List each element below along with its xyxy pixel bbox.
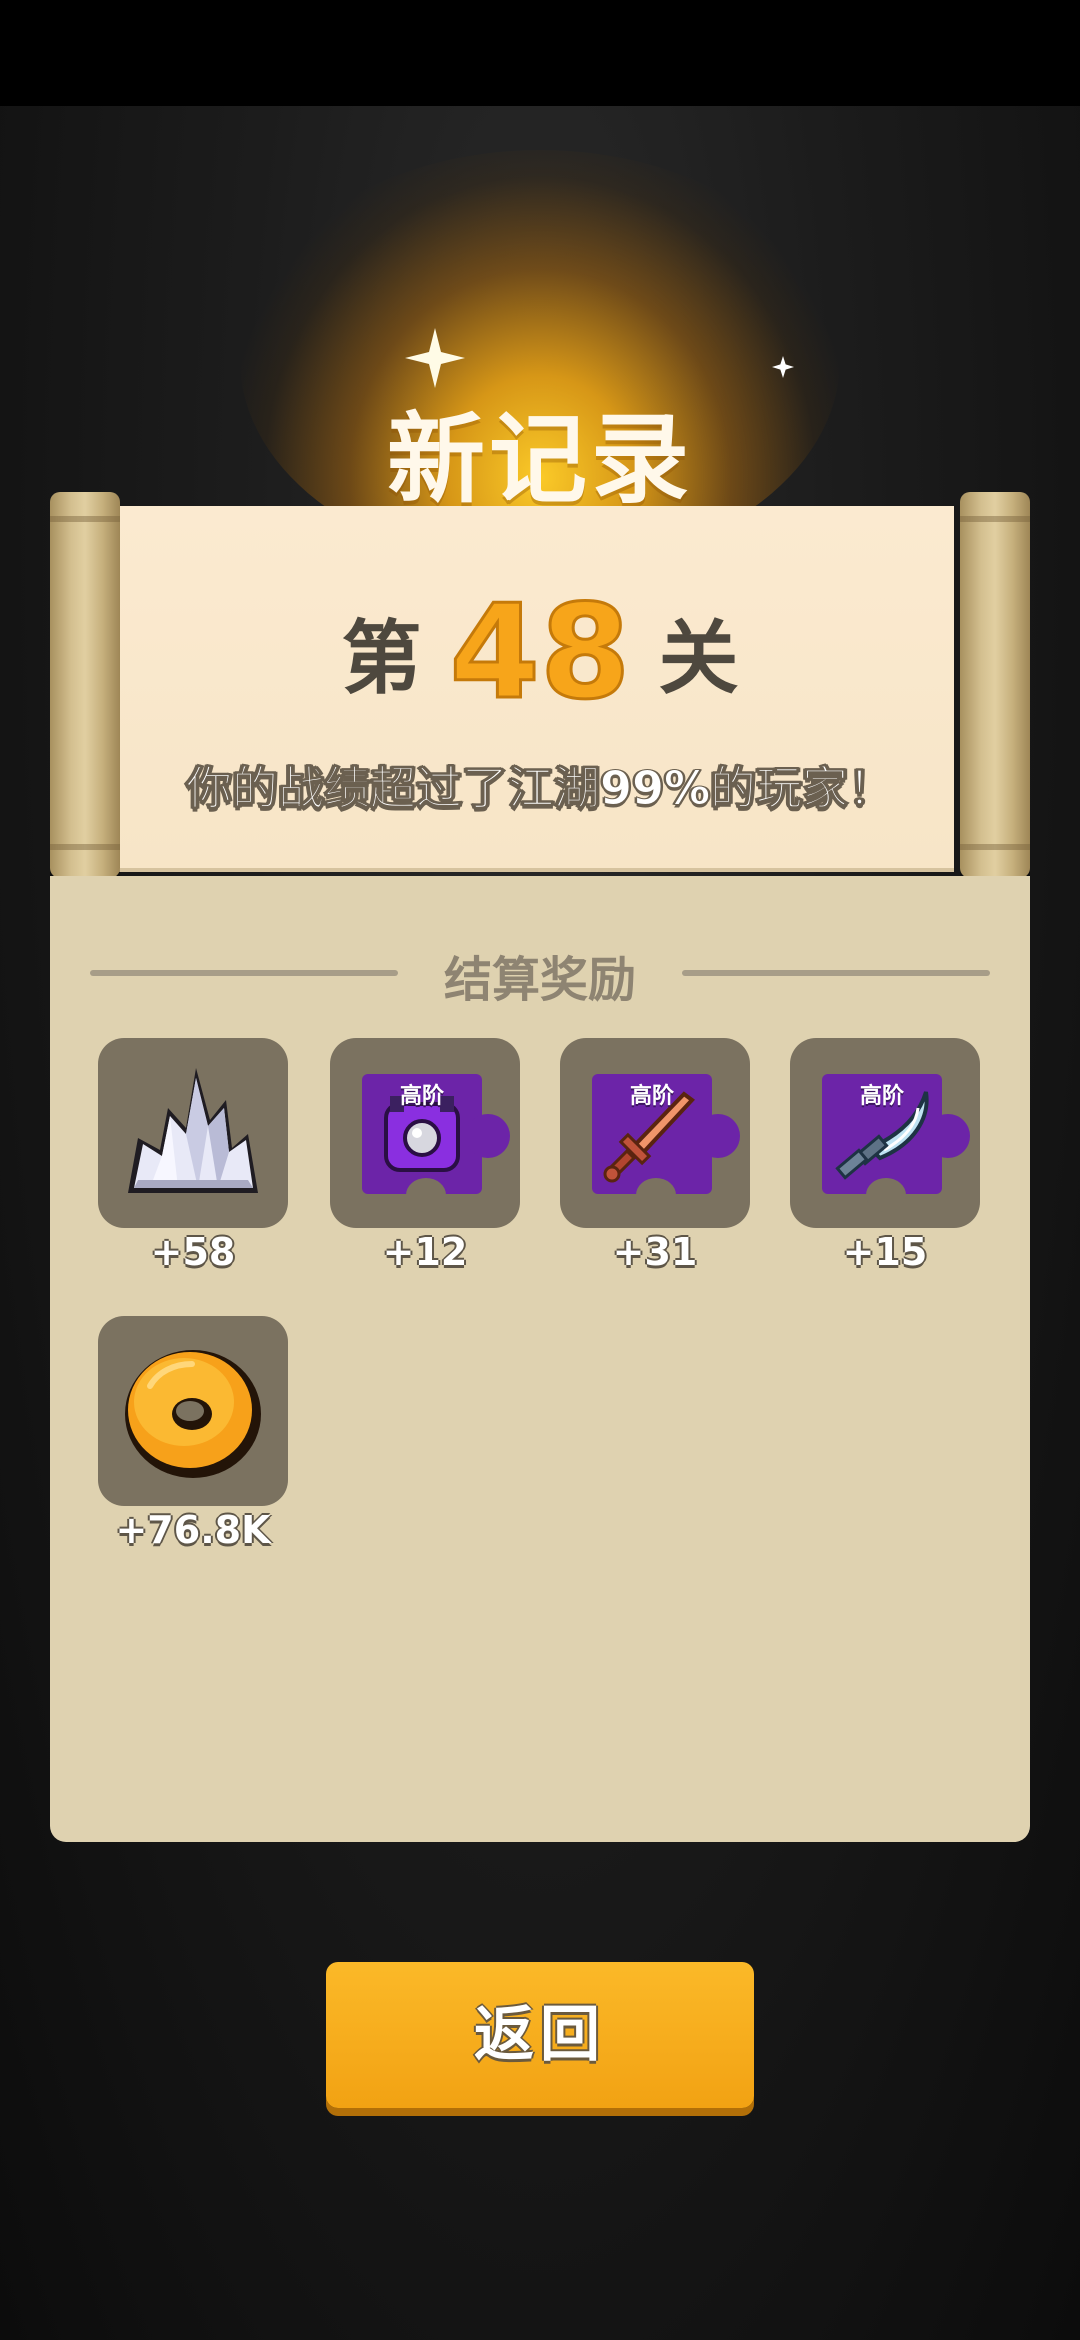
crystal-icon bbox=[128, 1068, 258, 1193]
reward-count: +31 bbox=[612, 1230, 698, 1274]
rewards-title: 结算奖励 bbox=[443, 952, 636, 1008]
reward-item[interactable]: +76.8K bbox=[98, 1316, 288, 1552]
new-record-title: 新记录 bbox=[386, 403, 693, 517]
fragment-frame: 高阶 bbox=[592, 1074, 740, 1212]
reward-count: +76.8K bbox=[115, 1508, 271, 1552]
level-prefix: 第 bbox=[341, 612, 422, 705]
level-number: 48 bbox=[448, 575, 632, 730]
reward-count: +15 bbox=[842, 1230, 928, 1274]
record-message: 你的战绩超过了江湖99%的玩家！ bbox=[185, 761, 895, 816]
back-button[interactable]: 返回 bbox=[326, 1962, 754, 2108]
tier-label: 高阶 bbox=[859, 1084, 904, 1109]
tier-label: 高阶 bbox=[629, 1084, 674, 1109]
reward-count: +12 bbox=[382, 1230, 468, 1274]
gold-coin-icon bbox=[125, 1350, 261, 1478]
reward-tile: 高阶 bbox=[330, 1038, 520, 1228]
fragment-frame: 高阶 bbox=[362, 1074, 510, 1212]
reward-count: +58 bbox=[150, 1230, 236, 1274]
back-button-label: 返回 bbox=[474, 2000, 606, 2070]
tier-label: 高阶 bbox=[399, 1084, 444, 1109]
reward-tile: 高阶 bbox=[560, 1038, 750, 1228]
reward-item[interactable]: +58 bbox=[98, 1038, 288, 1274]
reward-item[interactable]: 高阶 +15 bbox=[790, 1038, 980, 1274]
reward-tile bbox=[98, 1316, 288, 1506]
reward-tile bbox=[98, 1038, 288, 1228]
level-display: 第 48 关 bbox=[0, 575, 1080, 730]
level-suffix: 关 bbox=[658, 612, 739, 705]
reward-item[interactable]: 高阶 +31 bbox=[560, 1038, 750, 1274]
reward-tile: 高阶 bbox=[790, 1038, 980, 1228]
fragment-frame: 高阶 bbox=[822, 1074, 970, 1212]
rewards-panel: 结算奖励 +58 高阶 +12 高阶 +31 高阶 +15 +76.8K bbox=[50, 876, 1030, 1842]
reward-item[interactable]: 高阶 +12 bbox=[330, 1038, 520, 1274]
